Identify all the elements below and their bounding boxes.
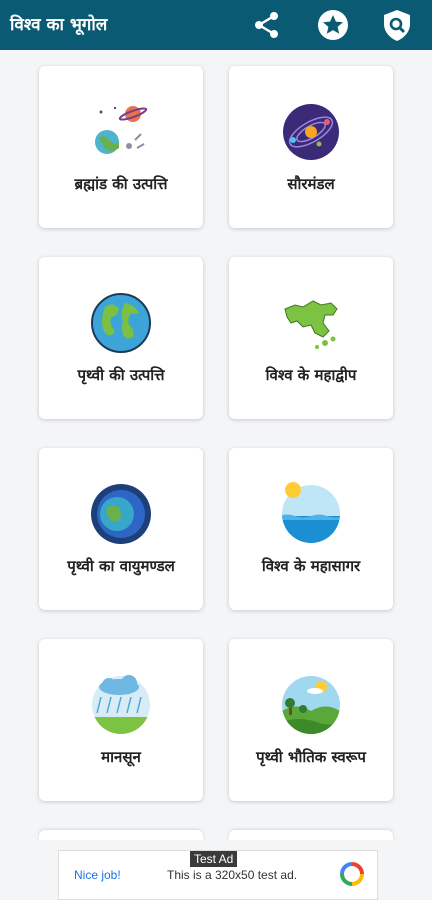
planets-icon	[95, 106, 148, 154]
ad-tag: Test Ad	[190, 851, 238, 867]
shield-search-icon[interactable]	[380, 8, 414, 42]
card-label: पृथ्वी का वायुमण्डल	[67, 557, 175, 575]
landscape-icon	[282, 676, 340, 734]
atmosphere-icon	[91, 484, 151, 544]
page-title: विश्व का भूगोल	[10, 15, 108, 35]
rain-cloud-icon	[92, 675, 150, 734]
card-label: मानसून	[101, 748, 141, 766]
ad-message: This is a 320x50 test ad.	[167, 868, 298, 882]
card-world-oceans[interactable]: विश्व के महासागर	[229, 448, 393, 610]
star-badge-icon[interactable]	[316, 8, 350, 42]
card-monsoon[interactable]: मानसून	[39, 639, 203, 801]
card-universe-origin[interactable]: ब्रह्मांड की उत्पत्ति	[39, 66, 203, 228]
card-earth-origin[interactable]: पृथ्वी की उत्पत्ति	[39, 257, 203, 419]
solar-system-icon	[283, 104, 339, 160]
topic-grid: ब्रह्मांड की उत्पत्ति सौरमंडल पृथ्वी की …	[0, 50, 432, 840]
card-world-continents[interactable]: विश्व के महाद्वीप	[229, 257, 393, 419]
card-physical-features[interactable]: पृथ्वी भौतिक स्वरूप	[229, 639, 393, 801]
card-partial-left[interactable]	[39, 830, 203, 840]
card-label: पृथ्वी की उत्पत्ति	[77, 366, 165, 384]
card-label: ब्रह्मांड की उत्पत्ति	[74, 175, 168, 193]
card-label: विश्व के महाद्वीप	[265, 366, 357, 384]
continent-map-icon	[284, 300, 338, 349]
globe-icon	[91, 293, 151, 353]
share-icon[interactable]	[250, 8, 284, 42]
card-label: पृथ्वी भौतिक स्वरूप	[256, 748, 366, 766]
ad-nice-text: Nice job!	[74, 868, 121, 882]
card-solar-system[interactable]: सौरमंडल	[229, 66, 393, 228]
card-partial-right[interactable]	[229, 830, 393, 840]
card-label: सौरमंडल	[287, 175, 335, 193]
ocean-icon	[282, 482, 340, 543]
card-label: विश्व के महासागर	[261, 557, 361, 575]
app-bar: विश्व का भूगोल	[0, 0, 432, 50]
ad-logo-icon	[340, 862, 364, 886]
card-earth-atmosphere[interactable]: पृथ्वी का वायुमण्डल	[39, 448, 203, 610]
